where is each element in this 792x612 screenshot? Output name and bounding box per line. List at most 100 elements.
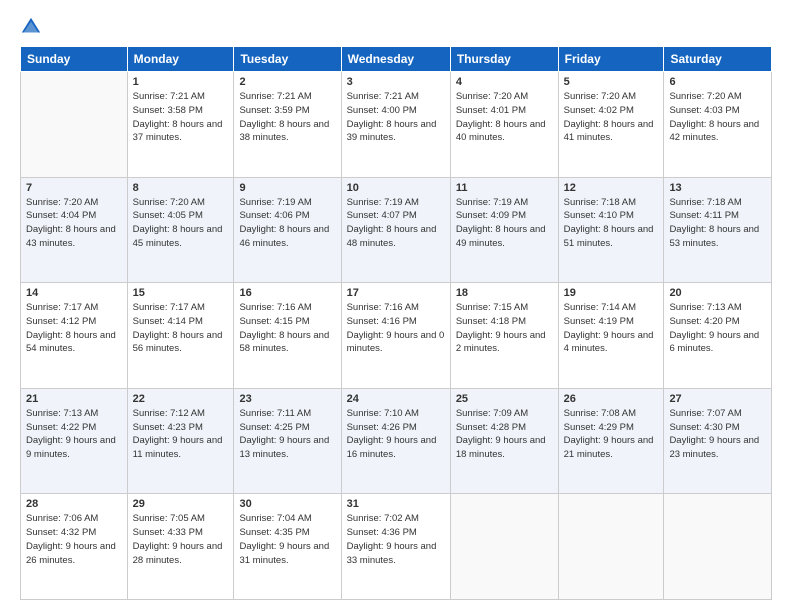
week-row-1: 1 Sunrise: 7:21 AMSunset: 3:58 PMDaylight… [21, 72, 772, 178]
day-cell: 16 Sunrise: 7:16 AMSunset: 4:15 PMDayligh… [234, 283, 341, 389]
day-info: Sunrise: 7:20 AMSunset: 4:04 PMDaylight:… [26, 197, 116, 249]
day-number: 14 [26, 287, 122, 299]
day-number: 21 [26, 393, 122, 405]
day-cell: 5 Sunrise: 7:20 AMSunset: 4:02 PMDaylight… [558, 72, 664, 178]
logo [20, 16, 46, 38]
day-cell: 26 Sunrise: 7:08 AMSunset: 4:29 PMDayligh… [558, 388, 664, 494]
day-info: Sunrise: 7:10 AMSunset: 4:26 PMDaylight:… [347, 408, 437, 460]
day-cell: 2 Sunrise: 7:21 AMSunset: 3:59 PMDaylight… [234, 72, 341, 178]
day-cell: 25 Sunrise: 7:09 AMSunset: 4:28 PMDayligh… [450, 388, 558, 494]
day-info: Sunrise: 7:21 AMSunset: 3:58 PMDaylight:… [133, 91, 223, 143]
day-cell: 6 Sunrise: 7:20 AMSunset: 4:03 PMDaylight… [664, 72, 772, 178]
week-row-4: 21Sunrise: 7:13 AMSunset: 4:22 PMDayligh… [21, 388, 772, 494]
week-row-3: 14Sunrise: 7:17 AMSunset: 4:12 PMDayligh… [21, 283, 772, 389]
day-cell [664, 494, 772, 600]
day-info: Sunrise: 7:05 AMSunset: 4:33 PMDaylight:… [133, 513, 223, 565]
day-number: 6 [669, 76, 766, 88]
weekday-friday: Friday [558, 47, 664, 72]
day-number: 29 [133, 498, 229, 510]
day-info: Sunrise: 7:19 AMSunset: 4:09 PMDaylight:… [456, 197, 546, 249]
day-cell [558, 494, 664, 600]
day-info: Sunrise: 7:16 AMSunset: 4:15 PMDaylight:… [239, 302, 329, 354]
day-number: 11 [456, 182, 553, 194]
logo-icon [20, 16, 42, 38]
day-info: Sunrise: 7:08 AMSunset: 4:29 PMDaylight:… [564, 408, 654, 460]
day-number: 13 [669, 182, 766, 194]
weekday-sunday: Sunday [21, 47, 128, 72]
day-cell: 18 Sunrise: 7:15 AMSunset: 4:18 PMDayligh… [450, 283, 558, 389]
day-info: Sunrise: 7:06 AMSunset: 4:32 PMDaylight:… [26, 513, 116, 565]
day-cell: 14Sunrise: 7:17 AMSunset: 4:12 PMDayligh… [21, 283, 128, 389]
day-number: 8 [133, 182, 229, 194]
day-number: 9 [239, 182, 335, 194]
day-number: 28 [26, 498, 122, 510]
day-number: 27 [669, 393, 766, 405]
day-cell: 21Sunrise: 7:13 AMSunset: 4:22 PMDayligh… [21, 388, 128, 494]
day-cell: 17Sunrise: 7:16 AMSunset: 4:16 PMDayligh… [341, 283, 450, 389]
day-number: 18 [456, 287, 553, 299]
day-cell: 29 Sunrise: 7:05 AMSunset: 4:33 PMDayligh… [127, 494, 234, 600]
day-cell: 3 Sunrise: 7:21 AMSunset: 4:00 PMDaylight… [341, 72, 450, 178]
day-info: Sunrise: 7:14 AMSunset: 4:19 PMDaylight:… [564, 302, 654, 354]
day-info: Sunrise: 7:04 AMSunset: 4:35 PMDaylight:… [239, 513, 329, 565]
weekday-saturday: Saturday [664, 47, 772, 72]
header [20, 16, 772, 38]
day-cell: 22 Sunrise: 7:12 AMSunset: 4:23 PMDayligh… [127, 388, 234, 494]
day-info: Sunrise: 7:20 AMSunset: 4:02 PMDaylight:… [564, 91, 654, 143]
day-info: Sunrise: 7:11 AMSunset: 4:25 PMDaylight:… [239, 408, 329, 460]
day-info: Sunrise: 7:20 AMSunset: 4:01 PMDaylight:… [456, 91, 546, 143]
week-row-2: 7 Sunrise: 7:20 AMSunset: 4:04 PMDaylight… [21, 177, 772, 283]
day-info: Sunrise: 7:19 AMSunset: 4:06 PMDaylight:… [239, 197, 329, 249]
day-number: 5 [564, 76, 659, 88]
day-info: Sunrise: 7:09 AMSunset: 4:28 PMDaylight:… [456, 408, 546, 460]
day-cell: 31Sunrise: 7:02 AMSunset: 4:36 PMDayligh… [341, 494, 450, 600]
day-number: 30 [239, 498, 335, 510]
day-cell: 15 Sunrise: 7:17 AMSunset: 4:14 PMDayligh… [127, 283, 234, 389]
weekday-monday: Monday [127, 47, 234, 72]
day-info: Sunrise: 7:17 AMSunset: 4:14 PMDaylight:… [133, 302, 223, 354]
day-number: 2 [239, 76, 335, 88]
day-cell: 28 Sunrise: 7:06 AMSunset: 4:32 PMDayligh… [21, 494, 128, 600]
day-number: 23 [239, 393, 335, 405]
day-info: Sunrise: 7:02 AMSunset: 4:36 PMDaylight:… [347, 513, 437, 565]
day-cell: 23 Sunrise: 7:11 AMSunset: 4:25 PMDayligh… [234, 388, 341, 494]
day-info: Sunrise: 7:15 AMSunset: 4:18 PMDaylight:… [456, 302, 546, 354]
weekday-thursday: Thursday [450, 47, 558, 72]
day-number: 22 [133, 393, 229, 405]
day-cell: 10Sunrise: 7:19 AMSunset: 4:07 PMDayligh… [341, 177, 450, 283]
day-info: Sunrise: 7:21 AMSunset: 3:59 PMDaylight:… [239, 91, 329, 143]
day-number: 1 [133, 76, 229, 88]
day-cell: 13Sunrise: 7:18 AMSunset: 4:11 PMDayligh… [664, 177, 772, 283]
day-number: 16 [239, 287, 335, 299]
day-info: Sunrise: 7:13 AMSunset: 4:20 PMDaylight:… [669, 302, 759, 354]
calendar-table: SundayMondayTuesdayWednesdayThursdayFrid… [20, 46, 772, 600]
day-info: Sunrise: 7:20 AMSunset: 4:05 PMDaylight:… [133, 197, 223, 249]
day-number: 26 [564, 393, 659, 405]
day-cell: 1 Sunrise: 7:21 AMSunset: 3:58 PMDaylight… [127, 72, 234, 178]
day-number: 17 [347, 287, 445, 299]
day-cell: 20 Sunrise: 7:13 AMSunset: 4:20 PMDayligh… [664, 283, 772, 389]
day-cell: 27 Sunrise: 7:07 AMSunset: 4:30 PMDayligh… [664, 388, 772, 494]
day-cell: 30 Sunrise: 7:04 AMSunset: 4:35 PMDayligh… [234, 494, 341, 600]
day-number: 3 [347, 76, 445, 88]
day-info: Sunrise: 7:12 AMSunset: 4:23 PMDaylight:… [133, 408, 223, 460]
day-cell: 19 Sunrise: 7:14 AMSunset: 4:19 PMDayligh… [558, 283, 664, 389]
day-number: 4 [456, 76, 553, 88]
day-cell: 24Sunrise: 7:10 AMSunset: 4:26 PMDayligh… [341, 388, 450, 494]
day-info: Sunrise: 7:20 AMSunset: 4:03 PMDaylight:… [669, 91, 759, 143]
weekday-tuesday: Tuesday [234, 47, 341, 72]
day-number: 15 [133, 287, 229, 299]
day-cell: 12Sunrise: 7:18 AMSunset: 4:10 PMDayligh… [558, 177, 664, 283]
day-cell: 9 Sunrise: 7:19 AMSunset: 4:06 PMDaylight… [234, 177, 341, 283]
weekday-wednesday: Wednesday [341, 47, 450, 72]
day-info: Sunrise: 7:21 AMSunset: 4:00 PMDaylight:… [347, 91, 437, 143]
day-number: 7 [26, 182, 122, 194]
day-cell [450, 494, 558, 600]
weekday-header-row: SundayMondayTuesdayWednesdayThursdayFrid… [21, 47, 772, 72]
calendar-page: SundayMondayTuesdayWednesdayThursdayFrid… [0, 0, 792, 612]
day-number: 20 [669, 287, 766, 299]
day-number: 25 [456, 393, 553, 405]
day-info: Sunrise: 7:07 AMSunset: 4:30 PMDaylight:… [669, 408, 759, 460]
day-number: 19 [564, 287, 659, 299]
day-cell: 11 Sunrise: 7:19 AMSunset: 4:09 PMDayligh… [450, 177, 558, 283]
